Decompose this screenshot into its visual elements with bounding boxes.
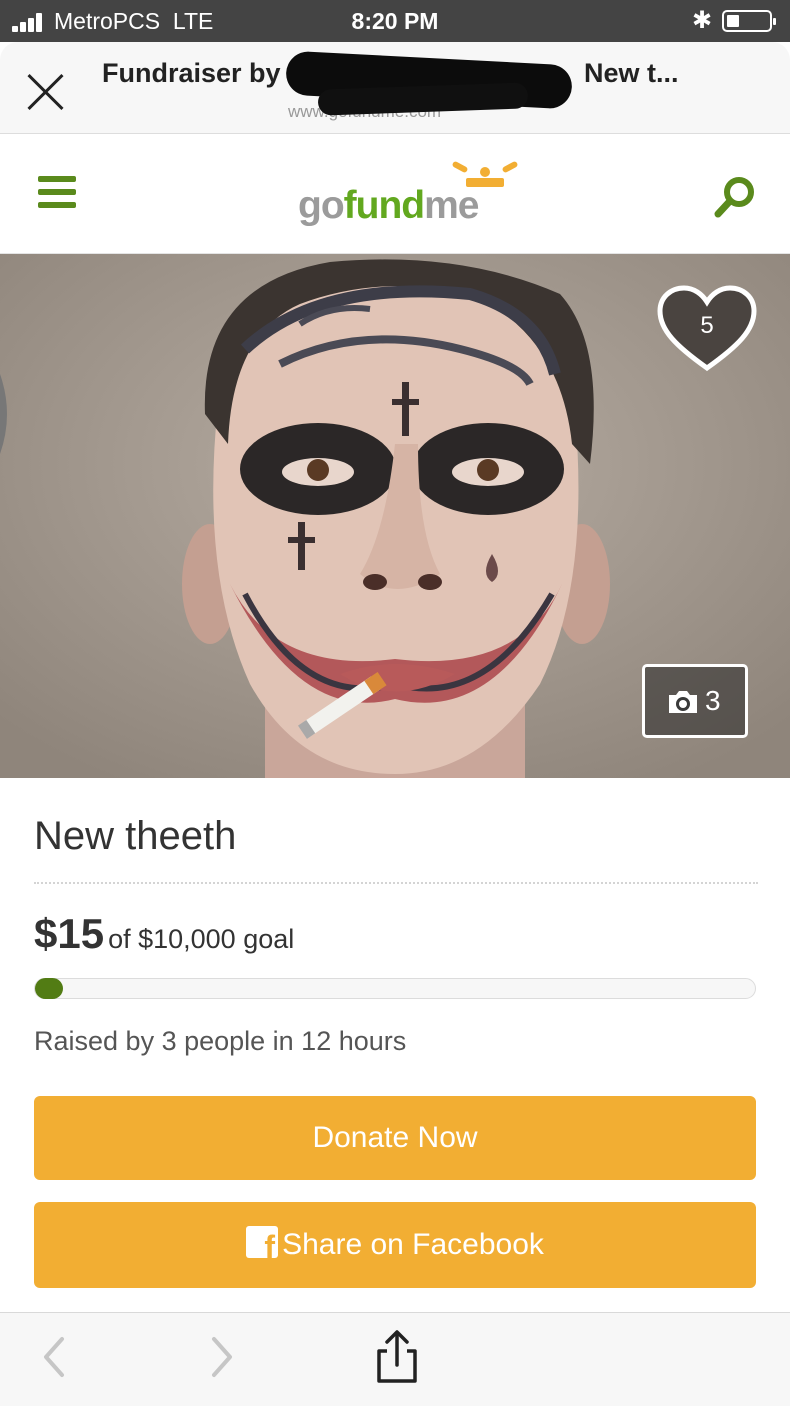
logo-me: me bbox=[424, 184, 479, 227]
funding-summary: $15 of $10,000 goal bbox=[34, 910, 294, 958]
logo-wordmark: gofundme bbox=[298, 184, 480, 228]
camera-icon bbox=[669, 691, 697, 713]
site-header: gofundme bbox=[0, 134, 790, 254]
browser-title-bar: Fundraiser by New t... www.gofundme.com bbox=[0, 42, 790, 134]
browser-toolbar bbox=[0, 1312, 790, 1406]
raised-by-text: Raised by 3 people in 12 hours bbox=[34, 1026, 407, 1056]
chevron-right-icon[interactable] bbox=[206, 1335, 238, 1379]
page-title-start: Fundraiser by bbox=[102, 58, 281, 88]
progress-fill bbox=[35, 978, 63, 999]
like-count: 5 bbox=[700, 312, 714, 339]
page-title-end: New t... bbox=[584, 58, 679, 88]
divider bbox=[34, 882, 758, 884]
logo-fund: fund bbox=[343, 184, 425, 227]
status-bar: MetroPCS LTE 8:20 PM ✱ bbox=[0, 0, 790, 42]
bluetooth-icon: ✱ bbox=[692, 7, 713, 34]
gofundme-logo[interactable]: gofundme bbox=[296, 158, 536, 238]
photo-gallery-button[interactable]: 3 bbox=[642, 664, 748, 738]
share-facebook-label: Share on Facebook bbox=[282, 1228, 544, 1261]
donate-now-button[interactable]: Donate Now bbox=[34, 1096, 756, 1180]
hamburger-menu-icon[interactable] bbox=[38, 172, 76, 212]
share-icon[interactable] bbox=[372, 1329, 422, 1385]
close-icon[interactable] bbox=[24, 70, 68, 114]
funding-progress-bar bbox=[34, 978, 756, 999]
photo-count: 3 bbox=[705, 685, 721, 716]
battery-icon bbox=[722, 10, 776, 32]
share-facebook-button[interactable]: f Share on Facebook bbox=[34, 1202, 756, 1288]
campaign-title: New theeth bbox=[34, 814, 237, 858]
search-icon[interactable] bbox=[712, 174, 758, 220]
chevron-left-icon[interactable] bbox=[38, 1335, 70, 1379]
amount-raised: $15 bbox=[34, 910, 105, 957]
logo-go: go bbox=[298, 184, 345, 227]
facebook-icon: f bbox=[246, 1226, 279, 1258]
status-time: 8:20 PM bbox=[351, 8, 439, 34]
goal-amount: of $10,000 goal bbox=[108, 924, 295, 954]
